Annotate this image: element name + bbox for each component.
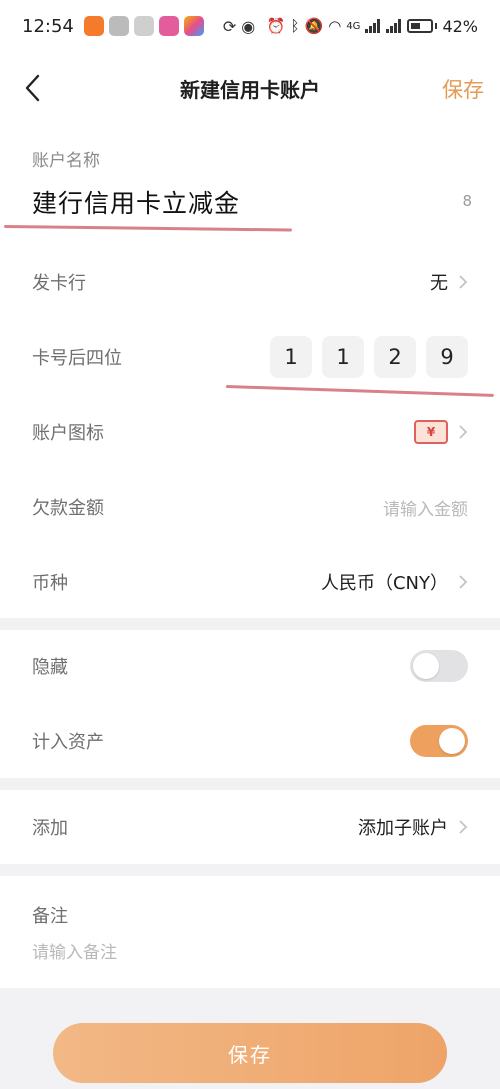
- account-name-char-count: 8: [462, 192, 472, 210]
- card-digit-box[interactable]: 9: [426, 336, 468, 378]
- card-last4-label: 卡号后四位: [32, 348, 122, 369]
- account-info-section: 账户名称 建行信用卡立减金 8 发卡行 无 卡号后四位 1 1 2 9 账户图标…: [0, 124, 500, 618]
- hidden-row: 隐藏: [0, 630, 500, 702]
- add-sub-account-row[interactable]: 添加 添加子账户: [0, 791, 500, 863]
- back-button[interactable]: [18, 70, 54, 106]
- page-title: 新建信用卡账户: [180, 77, 320, 102]
- card-digit-box[interactable]: 1: [270, 336, 312, 378]
- hidden-label: 隐藏: [32, 657, 68, 678]
- add-label: 添加: [32, 818, 68, 839]
- news-app-icon: [158, 16, 179, 36]
- sync-icon: ⟳: [222, 16, 237, 36]
- account-name-label: 账户名称: [32, 151, 100, 171]
- chevron-right-icon: [459, 575, 468, 589]
- issuer-row[interactable]: 发卡行 无: [0, 246, 500, 318]
- debt-label: 欠款金额: [32, 498, 104, 519]
- hidden-toggle[interactable]: [410, 650, 468, 682]
- sub-account-section: 添加 添加子账户: [0, 790, 500, 864]
- issuer-label: 发卡行: [32, 273, 86, 294]
- save-button[interactable]: 保存: [53, 1023, 447, 1083]
- chevron-right-icon: [459, 275, 468, 289]
- currency-row[interactable]: 币种 人民币（CNY）: [0, 546, 500, 618]
- card-yuan-icon: ¥: [414, 420, 448, 444]
- colorful-app-icon: [183, 16, 204, 36]
- mute-icon: 🔕: [304, 17, 324, 35]
- count-in-assets-toggle[interactable]: [410, 725, 468, 757]
- wechat-app-icon: [108, 16, 129, 36]
- card-last4-input: 1 1 2 9: [270, 336, 468, 378]
- annotation-underline: [3, 225, 292, 232]
- status-right: ⏰ ᛒ 🔕 ◠ 4G 42%: [267, 17, 478, 36]
- card-last4-row: 卡号后四位 1 1 2 9: [0, 321, 500, 393]
- debt-amount-input[interactable]: 请输入金额: [383, 495, 468, 520]
- signal-icon: [365, 19, 381, 33]
- signal-icon-2: [386, 19, 402, 33]
- toggle-section: 隐藏 计入资产: [0, 630, 500, 778]
- shopping-app-icon: [133, 16, 154, 36]
- status-time: 12:54: [22, 15, 74, 37]
- battery-icon: [407, 19, 434, 33]
- back-arrow-icon: [25, 74, 40, 102]
- nav-bar: 新建信用卡账户 保存: [0, 52, 500, 124]
- card-digit-box[interactable]: 2: [374, 336, 416, 378]
- header-save-button[interactable]: 保存: [442, 74, 484, 104]
- note-input[interactable]: 请输入备注: [32, 938, 117, 963]
- battery-percent: 42%: [442, 16, 478, 36]
- wifi-icon: ◠: [328, 17, 342, 35]
- status-bar: 12:54 ⟳ ◉ ⏰ ᛒ 🔕 ◠ 4G 42%: [0, 0, 500, 52]
- add-sub-account-value: 添加子账户: [358, 818, 448, 839]
- bluetooth-icon: ᛒ: [290, 17, 300, 35]
- count-in-assets-label: 计入资产: [32, 732, 104, 753]
- network-type: 4G: [346, 20, 361, 32]
- taobao-app-icon: [83, 16, 104, 36]
- account-icon-label: 账户图标: [32, 423, 104, 444]
- debt-row: 欠款金额 请输入金额: [0, 471, 500, 543]
- count-in-assets-row: 计入资产: [0, 705, 500, 777]
- account-name-input[interactable]: 建行信用卡立减金: [32, 184, 240, 220]
- alarm-icon: ⏰: [266, 17, 286, 35]
- chevron-right-icon: [459, 820, 468, 834]
- account-icon-row[interactable]: 账户图标 ¥: [0, 396, 500, 468]
- currency-label: 币种: [32, 573, 68, 594]
- card-digit-box[interactable]: 1: [322, 336, 364, 378]
- issuer-value: 无: [430, 273, 448, 294]
- note-section: 备注 请输入备注: [0, 876, 500, 988]
- currency-value: 人民币（CNY）: [320, 573, 448, 594]
- note-label: 备注: [32, 906, 68, 927]
- eye-icon: ◉: [241, 16, 256, 36]
- chevron-right-icon: [459, 425, 468, 439]
